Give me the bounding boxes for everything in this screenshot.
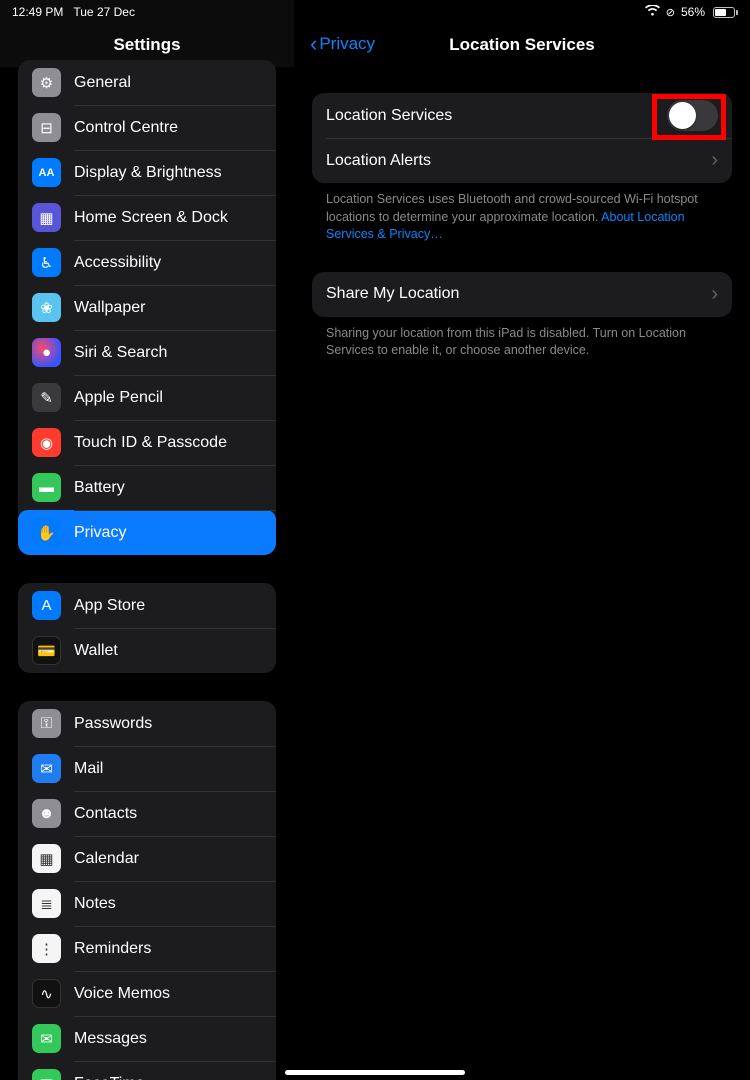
siri-icon: ●	[32, 338, 61, 367]
location-services-label: Location Services	[326, 107, 667, 125]
toggle-knob	[669, 102, 696, 129]
pencil-icon: ✎	[32, 383, 61, 412]
sidebar-item-calendar[interactable]: ▦ Calendar	[18, 836, 276, 881]
location-alerts-row[interactable]: Location Alerts ›	[312, 138, 732, 183]
sidebar-item-battery[interactable]: ▬ Battery	[18, 465, 276, 510]
chevron-right-icon: ›	[711, 283, 718, 306]
sidebar-item-label: Touch ID & Passcode	[74, 434, 227, 452]
sidebar-item-facetime[interactable]: ▣ FaceTime	[18, 1061, 276, 1080]
sidebar-item-label: Voice Memos	[74, 985, 170, 1003]
hand-icon: ✋	[32, 518, 61, 547]
sidebar-item-label: Reminders	[74, 940, 151, 958]
toggles-icon: ⊟	[32, 113, 61, 142]
sidebar-item-label: Contacts	[74, 805, 137, 823]
battery-percent: 56%	[681, 5, 705, 19]
sidebar-item-label: Display & Brightness	[74, 164, 222, 182]
home-indicator[interactable]	[285, 1070, 465, 1075]
sidebar-item-privacy[interactable]: ✋ Privacy	[18, 510, 276, 555]
back-button[interactable]: ‹ Privacy	[310, 33, 375, 55]
notes-icon: ≣	[32, 889, 61, 918]
sidebar-item-label: Passwords	[74, 715, 152, 733]
flower-icon: ❀	[32, 293, 61, 322]
sidebar-item-home-screen-dock[interactable]: ▦ Home Screen & Dock	[18, 195, 276, 240]
key-icon: ⚿	[32, 709, 61, 738]
location-services-row[interactable]: Location Services	[312, 93, 732, 138]
sidebar-item-label: Home Screen & Dock	[74, 209, 228, 227]
sidebar-item-label: Accessibility	[74, 254, 161, 272]
wallet-icon: 💳	[32, 636, 61, 665]
sidebar-item-accessibility[interactable]: ♿︎ Accessibility	[18, 240, 276, 285]
battery-icon: ▬	[32, 473, 61, 502]
settings-group-device: ⚙︎ General ⊟ Control Centre AA Display & Brig…	[18, 60, 276, 555]
share-my-location-row[interactable]: Share My Location ›	[312, 272, 732, 317]
sidebar-item-label: General	[74, 74, 131, 92]
messages-icon: ✉	[32, 1024, 61, 1053]
location-services-toggle[interactable]	[667, 100, 718, 131]
accessibility-icon: ♿︎	[32, 248, 61, 277]
sidebar-item-passwords[interactable]: ⚿ Passwords	[18, 701, 276, 746]
sidebar-item-label: Privacy	[74, 524, 126, 542]
sidebar-item-touch-id-passcode[interactable]: ◉ Touch ID & Passcode	[18, 420, 276, 465]
sidebar-item-apple-pencil[interactable]: ✎ Apple Pencil	[18, 375, 276, 420]
voicememo-icon: ∿	[32, 979, 61, 1008]
location-main-group: Location Services Location Alerts ›	[312, 93, 732, 183]
sidebar-item-label: App Store	[74, 597, 145, 615]
status-bar: 12:49 PM Tue 27 Dec ⊘ 56%	[0, 0, 750, 24]
location-footer-text: Location Services uses Bluetooth and cro…	[312, 183, 732, 244]
contacts-icon: ☻	[32, 799, 61, 828]
fingerprint-icon: ◉	[32, 428, 61, 457]
share-location-group: Share My Location ›	[312, 272, 732, 317]
sidebar-item-wallpaper[interactable]: ❀ Wallpaper	[18, 285, 276, 330]
chevron-right-icon: ›	[711, 149, 718, 172]
sidebar-item-wallet[interactable]: 💳 Wallet	[18, 628, 276, 673]
detail-panel: ‹ Privacy Location Services Location Ser…	[294, 0, 750, 1080]
location-alerts-label: Location Alerts	[326, 152, 711, 170]
sidebar-item-label: FaceTime	[74, 1075, 145, 1080]
settings-sidebar: Settings ⚙︎ General ⊟ Control Centre AA Displ…	[0, 0, 294, 1080]
sidebar-item-label: Calendar	[74, 850, 139, 868]
gear-icon: ⚙︎	[32, 68, 61, 97]
calendar-icon: ▦	[32, 844, 61, 873]
sidebar-item-label: Wallpaper	[74, 299, 145, 317]
sidebar-item-label: Wallet	[74, 642, 118, 660]
share-footer-text: Sharing your location from this iPad is …	[312, 317, 732, 360]
status-date: Tue 27 Dec	[73, 5, 135, 19]
battery-icon	[711, 7, 738, 18]
sidebar-item-messages[interactable]: ✉ Messages	[18, 1016, 276, 1061]
sidebar-item-general[interactable]: ⚙︎ General	[18, 60, 276, 105]
sidebar-item-voice-memos[interactable]: ∿ Voice Memos	[18, 971, 276, 1016]
sidebar-item-mail[interactable]: ✉ Mail	[18, 746, 276, 791]
sidebar-item-label: Control Centre	[74, 119, 178, 137]
facetime-icon: ▣	[32, 1069, 61, 1080]
mail-icon: ✉	[32, 754, 61, 783]
sidebar-item-reminders[interactable]: ⋮ Reminders	[18, 926, 276, 971]
wifi-icon	[645, 5, 660, 19]
sidebar-item-control-centre[interactable]: ⊟ Control Centre	[18, 105, 276, 150]
back-label: Privacy	[319, 34, 375, 54]
sidebar-item-display-brightness[interactable]: AA Display & Brightness	[18, 150, 276, 195]
grid-icon: ▦	[32, 203, 61, 232]
sidebar-item-contacts[interactable]: ☻ Contacts	[18, 791, 276, 836]
sidebar-item-label: Notes	[74, 895, 116, 913]
settings-group-store: A App Store 💳 Wallet	[18, 583, 276, 673]
sidebar-item-label: Apple Pencil	[74, 389, 163, 407]
status-time: 12:49 PM	[12, 5, 63, 19]
sidebar-item-label: Mail	[74, 760, 103, 778]
share-my-location-label: Share My Location	[326, 285, 711, 303]
settings-group-apps: ⚿ Passwords ✉ Mail ☻ Contacts ▦ Calendar ≣ Notes ⋮…	[18, 701, 276, 1080]
sidebar-item-label: Messages	[74, 1030, 147, 1048]
aa-icon: AA	[32, 158, 61, 187]
sidebar-item-label: Battery	[74, 479, 125, 497]
sidebar-item-app-store[interactable]: A App Store	[18, 583, 276, 628]
sidebar-scroll[interactable]: ⚙︎ General ⊟ Control Centre AA Display & Brig…	[0, 60, 294, 1080]
sidebar-item-label: Siri & Search	[74, 344, 167, 362]
reminders-icon: ⋮	[32, 934, 61, 963]
sidebar-title: Settings	[113, 35, 180, 55]
sidebar-item-notes[interactable]: ≣ Notes	[18, 881, 276, 926]
sidebar-item-siri-search[interactable]: ● Siri & Search	[18, 330, 276, 375]
appstore-icon: A	[32, 591, 61, 620]
chevron-left-icon: ‹	[310, 33, 317, 55]
orientation-lock-icon: ⊘	[666, 6, 675, 19]
